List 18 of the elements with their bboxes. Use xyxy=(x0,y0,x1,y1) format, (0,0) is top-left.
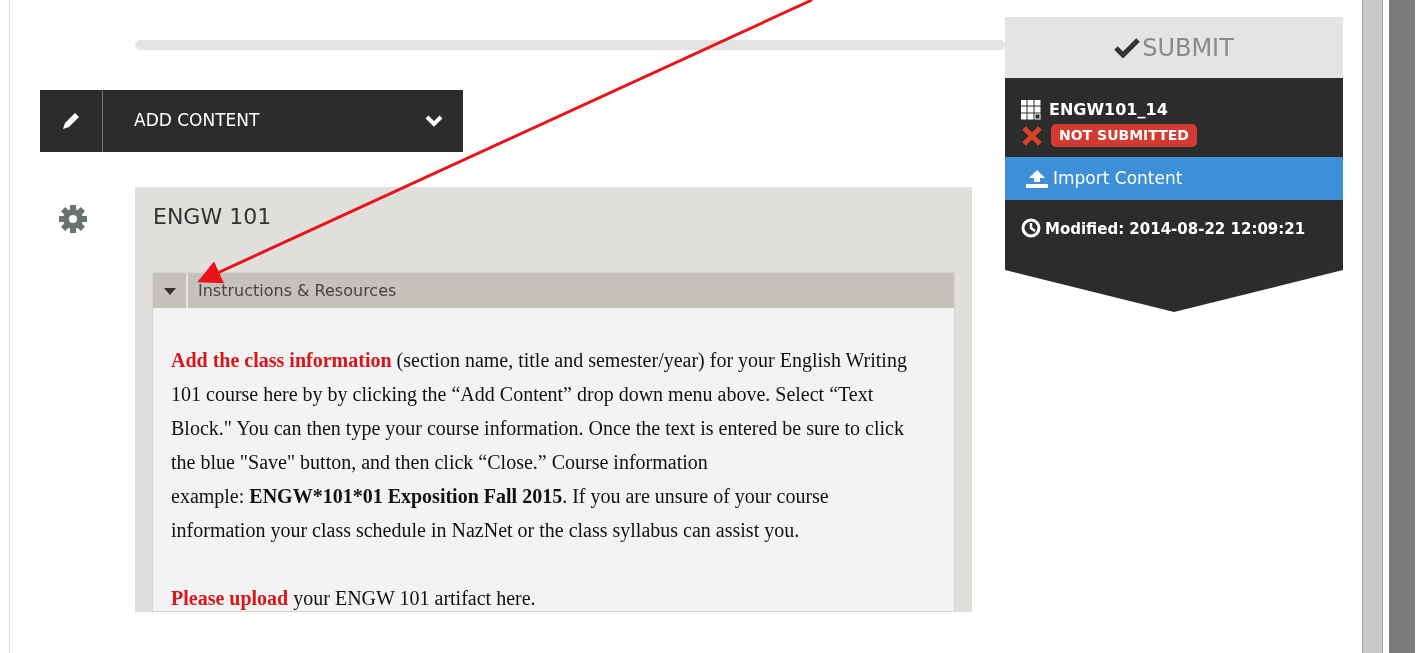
chevron-down-icon xyxy=(425,115,443,127)
status-badge: NOT SUBMITTED xyxy=(1051,124,1197,147)
instruction-text: Add the class information (section name, title and semester/year) for your English Writing 101 course here by by clicking the “Add Content” drop down menu above. Select “Text Block." You can then type your course information. Once the text is entered be sure to click the blue "Save" button, and then click “Close.” Course information example: ENGW*101*01 Exposition Fall 2015. If you are unsure of your course information your class schedule in NazNet or the class syllabus can assist you. xyxy=(171,348,908,544)
instruction-text: Please upload your ENGW 101 artifact here. xyxy=(171,586,537,611)
caret-icon xyxy=(163,286,176,295)
check-icon xyxy=(1114,37,1141,58)
pencil-icon xyxy=(60,110,82,132)
block-title: ENGW 101 xyxy=(152,202,273,231)
import-content-button[interactable]: Import Content xyxy=(1005,157,1343,200)
clock-icon xyxy=(1021,218,1041,238)
item-name: ENGW101_14 xyxy=(1049,99,1168,121)
modified-date: Modified: 2014-08-22 12:09:21 xyxy=(1045,219,1306,240)
section-title: Instructions & Resources xyxy=(197,279,397,302)
upload-icon xyxy=(1025,168,1049,189)
settings-icon[interactable] xyxy=(56,203,89,235)
cross-icon xyxy=(1021,125,1043,146)
scrollbar[interactable] xyxy=(1362,0,1383,653)
grid-icon xyxy=(1021,100,1041,120)
